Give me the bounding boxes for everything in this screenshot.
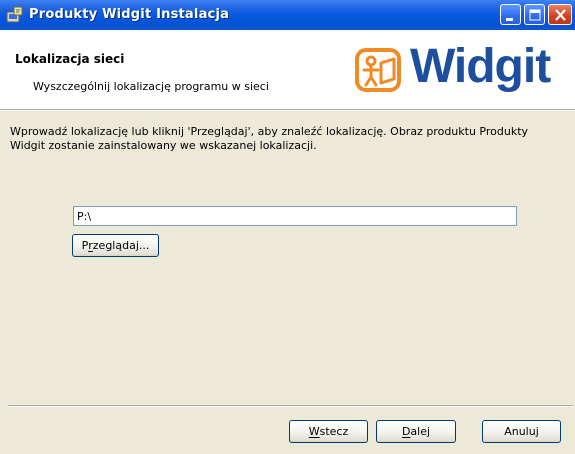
cancel-button[interactable]: Anuluj bbox=[482, 420, 561, 443]
minimize-icon bbox=[506, 18, 513, 21]
header-banner: Lokalizacja sieci Wyszczególnij lokaliza… bbox=[0, 30, 575, 109]
location-input[interactable] bbox=[73, 206, 517, 226]
minimize-button[interactable] bbox=[500, 4, 521, 25]
page-title: Lokalizacja sieci bbox=[15, 52, 125, 66]
widgit-logo: Widgit bbox=[354, 40, 570, 100]
back-label-rest: stecz bbox=[319, 425, 349, 438]
page-subtitle: Wyszczególnij lokalizację programu w sie… bbox=[33, 80, 269, 93]
widgit-logo-icon bbox=[355, 48, 401, 92]
instruction-text: Wprowadź lokalizację lub kliknij 'Przegl… bbox=[10, 125, 529, 152]
header-divider bbox=[0, 109, 575, 111]
next-mnemonic: D bbox=[401, 425, 411, 438]
browse-label-rest: zeglądaj... bbox=[92, 239, 150, 252]
close-icon bbox=[555, 9, 566, 21]
maximize-icon bbox=[529, 9, 541, 21]
back-mnemonic: W bbox=[308, 425, 320, 438]
cancel-label: Anuluj bbox=[504, 425, 539, 438]
installer-icon bbox=[6, 6, 24, 24]
footer-divider bbox=[8, 405, 573, 407]
title-bar[interactable]: Produkty Widgit Instalacja bbox=[0, 0, 575, 30]
browse-button[interactable]: Pr zeglądaj... bbox=[72, 234, 159, 257]
window-title: Produkty Widgit Instalacja bbox=[29, 7, 230, 22]
browse-label-pre: P bbox=[81, 239, 89, 252]
next-label-rest: alej bbox=[410, 425, 431, 438]
widgit-logo-text: Widgit bbox=[410, 40, 551, 93]
installer-window: Produkty Widgit Instalacja Lokalizacja s… bbox=[0, 0, 575, 454]
maximize-button[interactable] bbox=[524, 4, 545, 25]
next-button[interactable]: Dalej bbox=[376, 420, 456, 443]
back-button[interactable]: Wstecz bbox=[289, 420, 368, 443]
close-button[interactable] bbox=[548, 4, 572, 25]
